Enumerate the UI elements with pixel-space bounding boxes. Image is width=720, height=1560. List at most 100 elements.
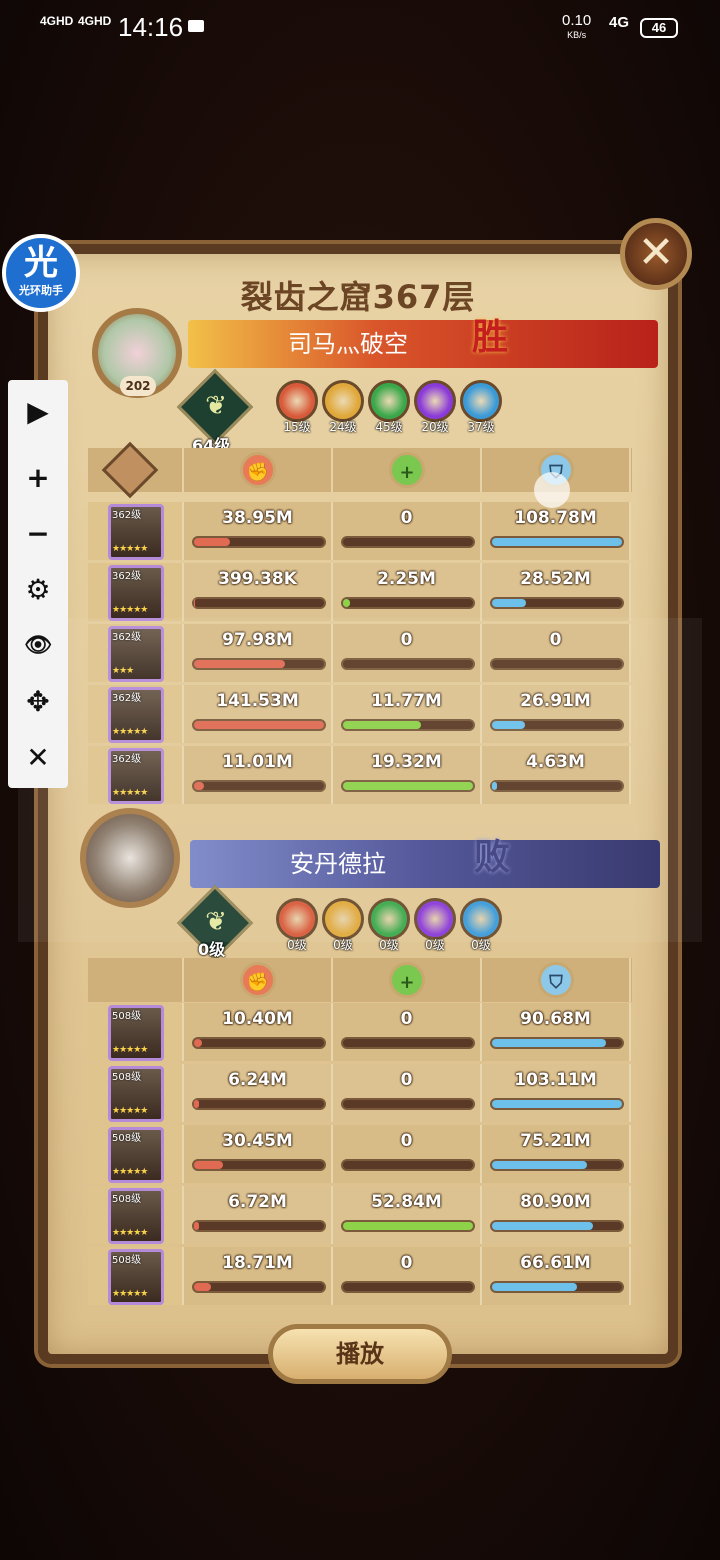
- shield-bar: [490, 597, 624, 609]
- damage-bar-fill: [194, 1039, 202, 1047]
- zoom-out-icon[interactable]: −: [8, 506, 68, 562]
- hero-stat-row: 362级 ★★★★★ 399.38K 2.25M 28.52M: [88, 563, 632, 621]
- helper-logo[interactable]: 光 光环助手: [2, 234, 80, 312]
- heal-value: 0: [400, 1131, 413, 1151]
- damage-value: 6.24M: [228, 1070, 287, 1090]
- damage-cell: 10.40M: [184, 1003, 333, 1061]
- hero-stars: ★★★★★: [112, 1289, 148, 1299]
- heal-bar: [341, 1037, 475, 1049]
- hero-stat-row: 508级 ★★★★★ 6.72M 52.84M 80.90M: [88, 1186, 632, 1244]
- heal-cell: 0: [333, 502, 482, 560]
- hero-stat-row: 362级 ★★★★★ 38.95M 0 108.78M: [88, 502, 632, 560]
- damage-bar-fill: [194, 538, 231, 546]
- network-indicator-1: 4GHD: [40, 14, 74, 28]
- team1-name: 司马灬破空: [288, 330, 408, 358]
- heal-value: 0: [400, 1009, 413, 1029]
- heal-value: 0: [400, 508, 413, 528]
- shield-value: 90.68M: [520, 1009, 591, 1029]
- shield-bar: [490, 1281, 624, 1293]
- play-button[interactable]: 播放: [268, 1324, 452, 1384]
- hero-level: 362级: [112, 571, 142, 582]
- play-icon[interactable]: ▶: [8, 384, 68, 440]
- eye-icon[interactable]: 👁: [8, 618, 68, 674]
- damage-bar: [192, 1281, 326, 1293]
- hero-portrait-cell: 508级 ★★★★★: [88, 1186, 184, 1244]
- team1-result: 胜: [471, 317, 508, 358]
- heal-value: 0: [400, 1070, 413, 1090]
- tree-icon: ❦: [205, 391, 227, 421]
- heal-cell: 0: [333, 1125, 482, 1183]
- video-recording-icon: [188, 20, 204, 32]
- floating-toolbar: ▶ + − ⚙ 👁 ✥ ✕: [8, 380, 68, 788]
- shield-icon: ⛉: [538, 962, 574, 998]
- damage-cell: 18.71M: [184, 1247, 333, 1305]
- signal-4g: 4G: [609, 14, 630, 31]
- damage-bar: [192, 1098, 326, 1110]
- hero-level: 508级: [112, 1072, 142, 1083]
- damage-icon: ✊: [240, 452, 276, 488]
- shield-cell: 28.52M: [482, 563, 631, 621]
- shield-bar: [490, 1098, 624, 1110]
- shield-bar-fill: [492, 1161, 587, 1169]
- heal-bar: [341, 536, 475, 548]
- hero-level: 508级: [112, 1255, 142, 1266]
- damage-value: 10.40M: [222, 1009, 293, 1029]
- hero-portrait-cell: 508级 ★★★★★: [88, 1125, 184, 1183]
- hero-stars: ★★★★★: [112, 605, 148, 615]
- hero-portrait-cell: 362级 ★★★★★: [88, 563, 184, 621]
- heal-value: 0: [400, 1253, 413, 1273]
- clock: 14:16: [118, 12, 184, 42]
- faction-badge: [414, 380, 456, 422]
- heal-bar: [341, 1220, 475, 1232]
- shield-bar-fill: [492, 599, 526, 607]
- heal-cell: 2.25M: [333, 563, 482, 621]
- faction-badge: [276, 380, 318, 422]
- heal-icon: +: [389, 962, 425, 998]
- hero-stat-row: 508级 ★★★★★ 18.71M 0 66.61M: [88, 1247, 632, 1305]
- hero-stars: ★★★★★: [112, 1167, 148, 1177]
- heal-bar: [341, 1098, 475, 1110]
- hero-stars: ★★★★★: [112, 1106, 148, 1116]
- settings-icon[interactable]: ⚙: [8, 562, 68, 618]
- shield-bar-fill: [492, 1039, 607, 1047]
- hero-portrait-cell: 362级 ★★★★★: [88, 502, 184, 560]
- damage-bar: [192, 1220, 326, 1232]
- damage-bar-fill: [194, 599, 196, 607]
- damage-value: 399.38K: [218, 569, 297, 589]
- shield-cell: 75.21M: [482, 1125, 631, 1183]
- hero-level: 508级: [112, 1194, 142, 1205]
- move-icon[interactable]: ✥: [8, 674, 68, 730]
- heal-value: 2.25M: [377, 569, 436, 589]
- faction-badge: [322, 380, 364, 422]
- heal-cell: 52.84M: [333, 1186, 482, 1244]
- hero-portrait-cell: 508级 ★★★★★: [88, 1247, 184, 1305]
- close-icon[interactable]: ✕: [8, 730, 68, 786]
- damage-bar-fill: [194, 1161, 223, 1169]
- shield-value: 80.90M: [520, 1192, 591, 1212]
- hero-stat-row: 508级 ★★★★★ 30.45M 0 75.21M: [88, 1125, 632, 1183]
- hero-level: 362级: [112, 510, 142, 521]
- heal-cell: 0: [333, 1003, 482, 1061]
- shield-value: 108.78M: [514, 508, 597, 528]
- damage-value: 38.95M: [222, 508, 293, 528]
- damage-bar: [192, 1037, 326, 1049]
- team1-banner: 司马灬破空 胜: [188, 317, 658, 368]
- shield-value: 28.52M: [520, 569, 591, 589]
- network-indicator-2: 4GHD: [78, 14, 112, 28]
- hero-stars: ★★★★★: [112, 544, 148, 554]
- shield-cell: 103.11M: [482, 1064, 631, 1122]
- shield-bar-fill: [492, 1100, 622, 1108]
- heal-bar: [341, 1281, 475, 1293]
- network-speed: 0.10 KB/s: [562, 12, 592, 40]
- close-button[interactable]: ✕: [620, 218, 692, 290]
- shield-bar-fill: [492, 1222, 594, 1230]
- heal-value: 52.84M: [371, 1192, 442, 1212]
- hero-portrait-cell: 508级 ★★★★★: [88, 1064, 184, 1122]
- damage-value: 18.71M: [222, 1253, 293, 1273]
- scroll-icon: [101, 441, 159, 499]
- shield-value: 66.61M: [520, 1253, 591, 1273]
- shield-bar-fill: [492, 1283, 577, 1291]
- status-bar: 4GHD 4GHD 14:16 0.10 KB/s 4G 46: [0, 0, 720, 56]
- faction-level: 45级: [375, 420, 403, 434]
- zoom-in-icon[interactable]: +: [8, 450, 68, 506]
